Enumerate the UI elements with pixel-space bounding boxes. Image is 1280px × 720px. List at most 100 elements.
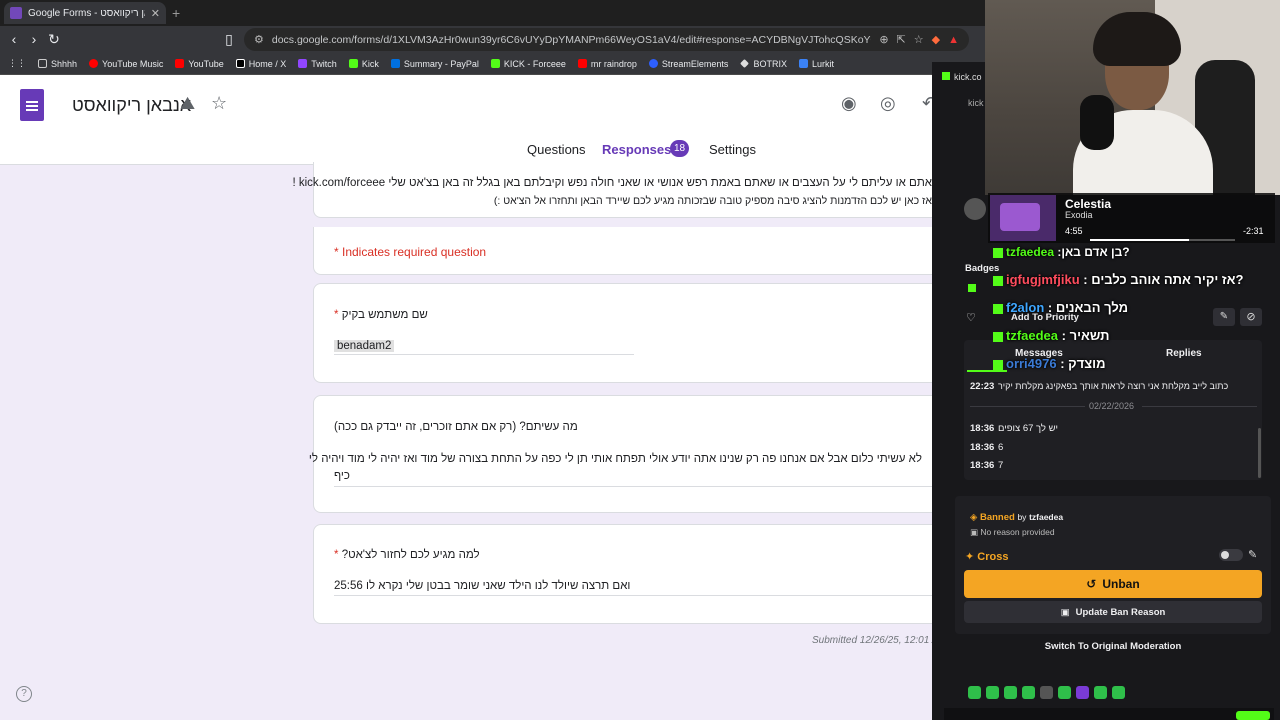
shield-icon: ◈ (970, 512, 978, 523)
emote-icon[interactable] (1040, 686, 1053, 699)
bookmark-item[interactable]: mr raindrop (577, 59, 637, 69)
bookmark-item[interactable]: Summary - PayPal (390, 59, 479, 69)
address-bar[interactable]: ⚙ docs.google.com/forms/d/1XLVM3AzHr0wun… (244, 28, 969, 51)
question-title: מה עשיתם? (רק אם אתם זוכרים, זה ייבדק גם… (334, 421, 578, 433)
answer-text-line-2: כיף (334, 470, 350, 482)
message-time: 18:36 (970, 423, 995, 434)
emote-icon[interactable] (1076, 686, 1089, 699)
youtube-music-icon (89, 59, 99, 68)
bookmark-item[interactable]: Twitch (298, 59, 337, 69)
edit-icon[interactable]: ✎ (1248, 548, 1257, 561)
help-icon[interactable]: ? (16, 686, 32, 702)
chat-send-button[interactable] (1236, 711, 1270, 720)
share-icon[interactable]: ⇱ (897, 33, 906, 46)
album-art (990, 195, 1056, 241)
bookmark-item[interactable]: Lurkit (798, 59, 834, 69)
heart-icon[interactable]: ♡ (966, 311, 976, 324)
youtube-icon (577, 59, 587, 68)
question-card-2: מה עשיתם? (רק אם אתם זוכרים, זה ייבדק גם… (309, 395, 985, 513)
overlay-chat-line: igfugjmfjiku : אז יקיר אתה אוהב כלבים? (993, 272, 1243, 287)
tab-responses[interactable]: Responses (602, 142, 671, 157)
new-tab-icon[interactable]: + (172, 5, 180, 21)
reload-icon[interactable]: ↻ (46, 31, 62, 48)
site-info-icon[interactable]: ⚙ (254, 33, 264, 46)
bookmark-item[interactable]: KICK - Forceee (490, 59, 566, 69)
progress-fill (1090, 239, 1189, 241)
emote-icon[interactable] (986, 686, 999, 699)
emote-icon[interactable] (1094, 686, 1107, 699)
cross-label: ✦ Cross (965, 551, 1009, 563)
palette-icon[interactable]: ◉ (841, 93, 857, 114)
tab-settings[interactable]: Settings (709, 142, 756, 157)
kick-badge-icon (993, 247, 1003, 258)
tab-questions[interactable]: Questions (527, 142, 586, 157)
bookmark-star-icon[interactable]: ▯ (221, 31, 237, 48)
ban-icon[interactable]: ⊘ (1240, 308, 1262, 326)
bookmark-item[interactable]: Home / X (235, 59, 286, 69)
required-note-card: * Indicates required question (313, 227, 985, 275)
folder-icon (38, 59, 47, 68)
twitch-icon (298, 59, 308, 68)
browser-toolbar: ‹ › ↻ ▯ ⚙ docs.google.com/forms/d/1XLVM3… (0, 26, 985, 53)
bookmark-item[interactable]: YouTube (175, 59, 224, 69)
message-time: 22:23 (970, 381, 995, 392)
message-text: 7 (998, 460, 1004, 471)
emote-icon[interactable] (1022, 686, 1035, 699)
scrollbar[interactable] (1258, 428, 1261, 478)
overlay-chat-line: orri4976 : מוצדק (993, 356, 1106, 371)
move-to-drive-icon[interactable]: ⛰ (180, 93, 195, 114)
avatar[interactable] (964, 198, 986, 220)
tab-close-icon[interactable]: ✕ (151, 7, 160, 20)
apps-icon[interactable]: ⋮⋮ (8, 58, 26, 69)
bookmark-icon[interactable]: ☆ (914, 33, 924, 46)
browser-tab[interactable]: Google Forms - אנבאן ריקוואסט ✕ (4, 2, 166, 24)
tab-strip: Google Forms - אנבאן ריקוואסט ✕ + (0, 0, 985, 26)
lurkit-icon (798, 59, 808, 68)
bookmark-item[interactable]: StreamElements (648, 59, 728, 69)
kick-icon (490, 59, 500, 68)
update-ban-reason-button[interactable]: ▣ Update Ban Reason (964, 601, 1262, 623)
song-artist: Exodia (1065, 210, 1093, 220)
kick-icon (348, 59, 358, 68)
forward-icon[interactable]: › (26, 31, 42, 47)
brave-shield-icon[interactable]: ◆ (932, 33, 940, 46)
cross-toggle[interactable] (1219, 549, 1243, 561)
botrix-icon (740, 59, 750, 68)
message-text: יש לך 67 צופים (998, 423, 1058, 434)
overlay-chat-line: tzfaedea : תשאיר (993, 328, 1109, 343)
tab-replies[interactable]: Replies (1166, 348, 1202, 359)
emote-icon[interactable] (1058, 686, 1071, 699)
zoom-icon[interactable]: ⊕ (879, 33, 888, 46)
overlay-chat-line: tzfaedea :בן אדם באן? (993, 245, 1130, 259)
brave-rewards-icon[interactable]: ▲ (948, 34, 959, 46)
emote-icon[interactable] (1004, 686, 1017, 699)
back-icon[interactable]: ‹ (6, 31, 22, 47)
bookmarks-bar: ⋮⋮ Shhhh YouTube Music YouTube Home / X … (0, 53, 985, 75)
answer-text: benadam2 (334, 340, 395, 352)
bookmark-item[interactable]: BOTRIX (740, 59, 787, 69)
forms-logo-icon[interactable] (20, 89, 44, 121)
switch-moderation-link[interactable]: Switch To Original Moderation (964, 641, 1262, 657)
kick-icon (942, 72, 950, 80)
answer-text-line-1: לא עשיתי כלום אבל אם אנחנו פה רק שנינו א… (308, 453, 922, 465)
emote-icon[interactable] (968, 686, 981, 699)
mute-icon[interactable]: ✎ (1213, 308, 1235, 326)
bookmark-item[interactable]: Shhhh (38, 59, 77, 69)
description-line-1: אתם או עליתם לי על העצבים או שאתם באמת ר… (292, 177, 932, 189)
url-text: docs.google.com/forms/d/1XLVM3AzHr0wun39… (271, 33, 872, 46)
unban-button[interactable]: ↺ Unban (964, 570, 1262, 598)
response-count-badge: 18 (670, 140, 689, 157)
star-icon[interactable]: ☆ (211, 93, 227, 114)
bookmark-item[interactable]: YouTube Music (89, 59, 163, 69)
required-star: * (334, 309, 339, 321)
question-card-3: למה מגיע לכם לחזור לצ'אט? * ואם תרצה שיו… (313, 524, 985, 624)
ban-status: ◈ Banned by tzfaedea (970, 512, 1064, 523)
chat-input[interactable] (944, 708, 1274, 720)
elapsed-time: 4:55 (1065, 226, 1083, 236)
bookmark-item[interactable]: Kick (348, 59, 379, 69)
preview-eye-icon[interactable]: ◎ (880, 93, 896, 114)
form-title[interactable]: אנבאן ריקוואסט (72, 95, 191, 116)
kick-badge-icon (993, 275, 1003, 286)
emote-icon[interactable] (1112, 686, 1125, 699)
note-icon: ▣ (970, 527, 979, 537)
